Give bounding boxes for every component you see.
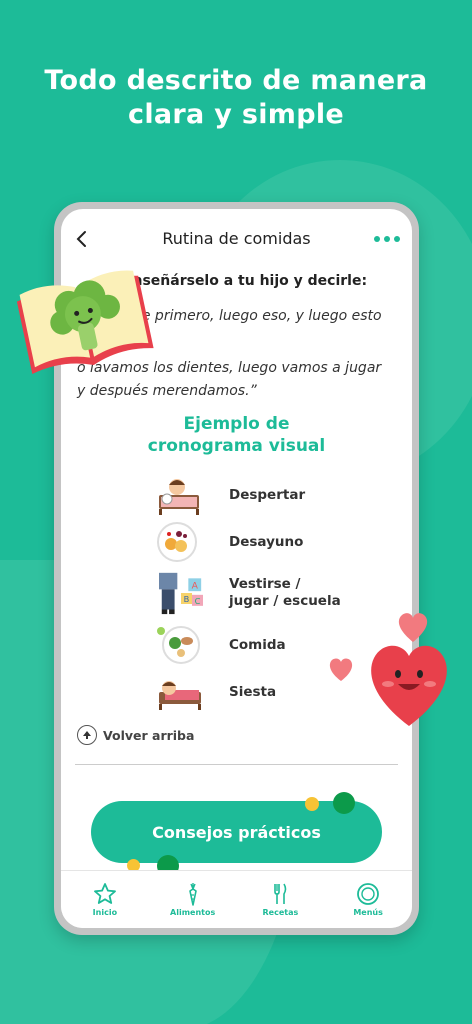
svg-text:C: C [195, 596, 201, 606]
svg-text:B: B [184, 594, 190, 604]
nav-item-alimentos[interactable]: Alimentos [158, 882, 228, 917]
nav-label: Inicio [92, 908, 118, 917]
schedule-item: Siesta [155, 670, 395, 714]
headline-line-1: Todo descrito de manera [44, 65, 428, 96]
decorative-dot [305, 797, 319, 811]
child-waking-icon [159, 479, 199, 515]
schedule-title-line-2: cronograma visual [147, 436, 326, 456]
schedule-item: Comida [155, 623, 395, 667]
divider [75, 764, 398, 765]
svg-text:A: A [192, 580, 199, 591]
headline-line-2: clara y simple [128, 99, 344, 130]
back-to-top-label: Volver arriba [103, 727, 195, 743]
smiling-heart-icon [371, 645, 447, 726]
heart-icon [329, 658, 353, 681]
schedule-title-line-1: Ejemplo de [183, 414, 290, 434]
schedule-item: A B C Vestirse / jugar / escuela [155, 569, 395, 617]
star-icon [93, 883, 116, 904]
schedule-label: Desayuno [229, 533, 304, 550]
more-dots-icon [384, 236, 390, 242]
schedule-label: Siesta [229, 683, 277, 700]
promo-headline: Todo descrito de manera clara y simple [0, 64, 472, 132]
carrot-icon [188, 883, 197, 906]
more-dots-icon [374, 236, 380, 242]
clothes-blocks-icon: A B C [159, 572, 203, 615]
schedule-title: Ejemplo de cronograma visual [61, 413, 412, 457]
breakfast-plate-icon [157, 522, 197, 562]
nav-item-recetas[interactable]: Recetas [245, 882, 315, 917]
lunch-plate-icon [157, 626, 200, 664]
more-dots-icon [394, 236, 400, 242]
schedule-item: Desayuno [155, 520, 395, 564]
back-to-top-link[interactable]: Volver arriba [77, 725, 194, 745]
intro-bold-text: enseñárselo a tu hijo y decirle: [123, 273, 368, 289]
intro-italic-text: y después merendamos.” [77, 383, 257, 399]
schedule-label: Despertar [229, 486, 306, 503]
nav-item-menus[interactable]: Menús [333, 882, 403, 917]
cutlery-icon [274, 883, 287, 904]
nav-label: Recetas [262, 908, 299, 917]
child-sleeping-icon [159, 681, 201, 710]
schedule-label: Comida [229, 636, 286, 653]
plate-icon [357, 883, 380, 905]
broccoli-book-icon [16, 270, 154, 374]
schedule-label: Vestirse / jugar / escuela [229, 576, 341, 609]
bottom-navigation: Inicio Alimentos Recetas Menús [61, 870, 412, 928]
nav-label: Menús [353, 908, 383, 917]
arrow-up-icon [77, 725, 97, 745]
decorative-dot [333, 792, 355, 814]
schedule-item: Despertar [155, 473, 395, 517]
nav-label: Alimentos [170, 908, 216, 917]
nav-item-inicio[interactable]: Inicio [70, 882, 140, 917]
more-options-button[interactable] [374, 229, 400, 249]
intro-italic-text: ne primero, luego eso, y luego esto [133, 308, 382, 324]
page-title: Rutina de comidas [162, 229, 311, 248]
